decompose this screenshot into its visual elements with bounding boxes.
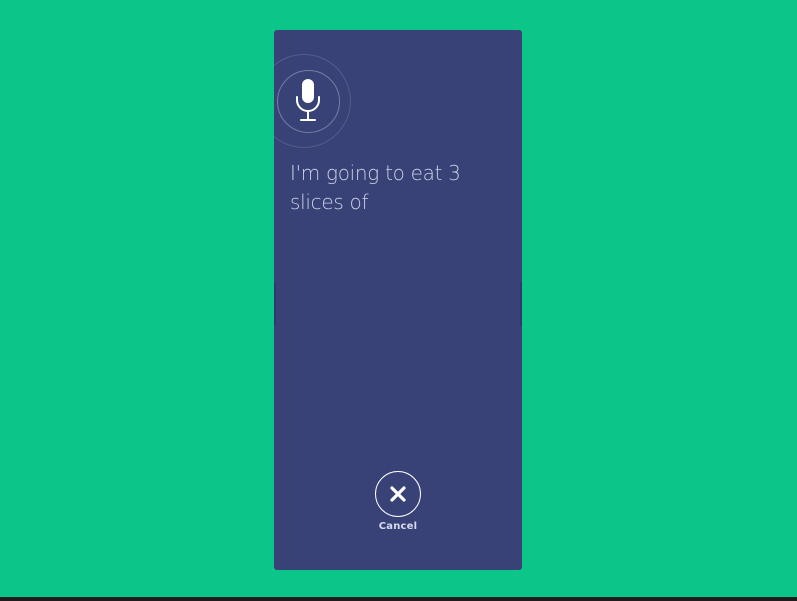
microphone-icon[interactable]: [294, 79, 322, 123]
voice-input-panel: I'm going to eat 3 slices of Cancel: [274, 30, 522, 570]
panel-side-notch-left: [274, 282, 276, 326]
speech-transcript: I'm going to eat 3 slices of: [290, 161, 461, 214]
cancel-label: Cancel: [378, 521, 418, 532]
cancel-button[interactable]: [375, 471, 421, 517]
close-icon: [390, 486, 406, 502]
panel-side-notch-right: [520, 282, 522, 326]
bottom-edge-line: [0, 597, 797, 601]
